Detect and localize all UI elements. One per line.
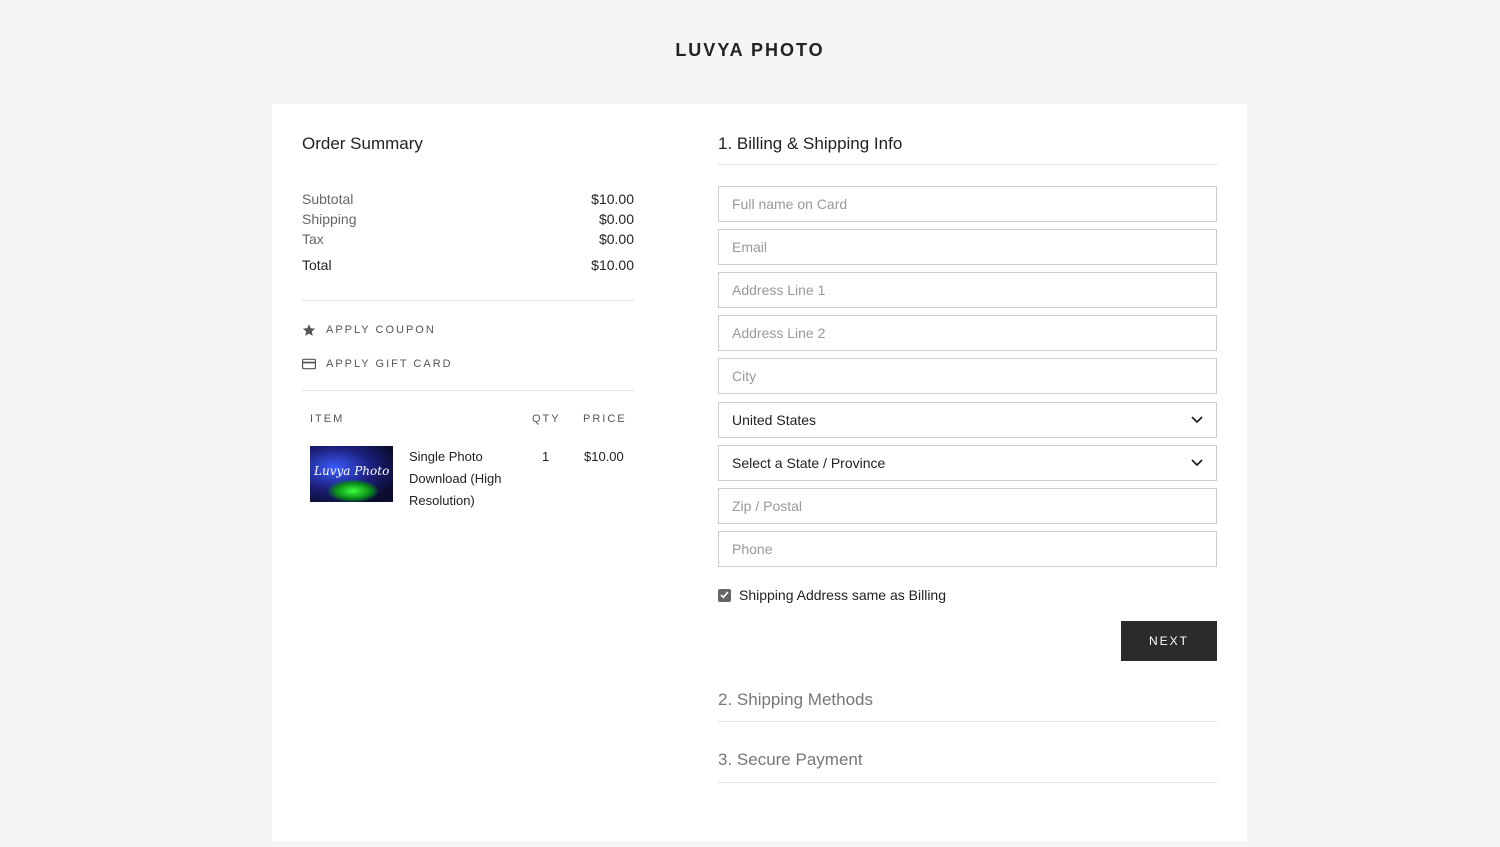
secure-payment-divider	[718, 782, 1217, 783]
phone-input[interactable]	[719, 532, 1216, 566]
address-line-1-field[interactable]	[718, 272, 1217, 308]
apply-gift-card-link[interactable]: APPLY GIFT CARD	[302, 358, 453, 370]
shipping-methods-divider	[718, 721, 1217, 722]
total-row: Total $10.00	[302, 255, 634, 275]
items-divider	[302, 390, 634, 391]
address-line-1-input[interactable]	[719, 273, 1216, 307]
item-price: $10.00	[584, 449, 624, 464]
totals-list: Subtotal $10.00 Shipping $0.00 Tax $0.00…	[302, 189, 634, 275]
billing-title: 1. Billing & Shipping Info	[718, 134, 903, 153]
apply-coupon-link[interactable]: APPLY COUPON	[302, 323, 436, 337]
credit-card-icon	[302, 358, 316, 370]
full-name-input[interactable]	[719, 187, 1216, 221]
subtotal-value: $10.00	[591, 191, 634, 207]
address-line-2-field[interactable]	[718, 315, 1217, 351]
item-name: Single Photo Download (High Resolution)	[409, 449, 502, 508]
email-field[interactable]	[718, 229, 1217, 265]
state-selected-value: Select a State / Province	[732, 455, 886, 471]
item-thumbnail: Luvya Photo	[310, 446, 393, 502]
city-input[interactable]	[719, 359, 1216, 393]
shipping-row: Shipping $0.00	[302, 209, 634, 229]
item-column-header: ITEM	[310, 413, 345, 425]
phone-field[interactable]	[718, 531, 1217, 567]
apply-gift-card-label: APPLY GIFT CARD	[326, 358, 453, 370]
city-field[interactable]	[718, 358, 1217, 394]
billing-title-divider	[718, 164, 1217, 165]
cart-item-row: Luvya Photo Single Photo Download (High …	[310, 446, 634, 526]
subtotal-row: Subtotal $10.00	[302, 189, 634, 209]
checkmark-icon	[720, 591, 729, 599]
subtotal-label: Subtotal	[302, 191, 354, 207]
shipping-methods-title[interactable]: 2. Shipping Methods	[718, 690, 873, 710]
chevron-down-icon	[1191, 416, 1203, 424]
secure-payment-title[interactable]: 3. Secure Payment	[718, 750, 863, 770]
checkout-card: Order Summary Subtotal $10.00 Shipping $…	[272, 104, 1247, 841]
total-label: Total	[302, 257, 332, 273]
qty-column-header: QTY	[532, 413, 561, 425]
total-value: $10.00	[591, 257, 634, 273]
thumbnail-logo-text: Luvya Photo	[314, 464, 390, 478]
zip-field[interactable]	[718, 488, 1217, 524]
address-line-2-input[interactable]	[719, 316, 1216, 350]
shipping-value: $0.00	[598, 211, 634, 227]
brand-title: LUVYA PHOTO	[675, 40, 825, 60]
price-column-header: PRICE	[583, 413, 627, 425]
same-address-checkbox[interactable]	[718, 588, 731, 602]
tax-value: $0.00	[598, 231, 634, 247]
country-selected-value: United States	[732, 412, 817, 428]
state-select[interactable]: Select a State / Province	[718, 445, 1217, 481]
item-qty: 1	[542, 449, 550, 464]
same-address-option[interactable]: Shipping Address same as Billing	[718, 587, 946, 603]
order-summary-title: Order Summary	[302, 134, 423, 153]
same-address-label: Shipping Address same as Billing	[739, 587, 947, 603]
next-button[interactable]: NEXT	[1121, 621, 1217, 661]
items-header: ITEM QTY PRICE	[310, 413, 634, 427]
country-select[interactable]: United States	[718, 402, 1217, 438]
star-icon	[302, 324, 316, 336]
shipping-label: Shipping	[302, 211, 357, 227]
summary-divider	[302, 300, 634, 301]
email-input[interactable]	[719, 230, 1216, 264]
apply-coupon-label: APPLY COUPON	[326, 324, 436, 336]
zip-input[interactable]	[719, 489, 1216, 523]
chevron-down-icon	[1191, 459, 1203, 467]
tax-row: Tax $0.00	[302, 229, 634, 249]
full-name-field[interactable]	[718, 186, 1217, 222]
tax-label: Tax	[302, 231, 324, 247]
